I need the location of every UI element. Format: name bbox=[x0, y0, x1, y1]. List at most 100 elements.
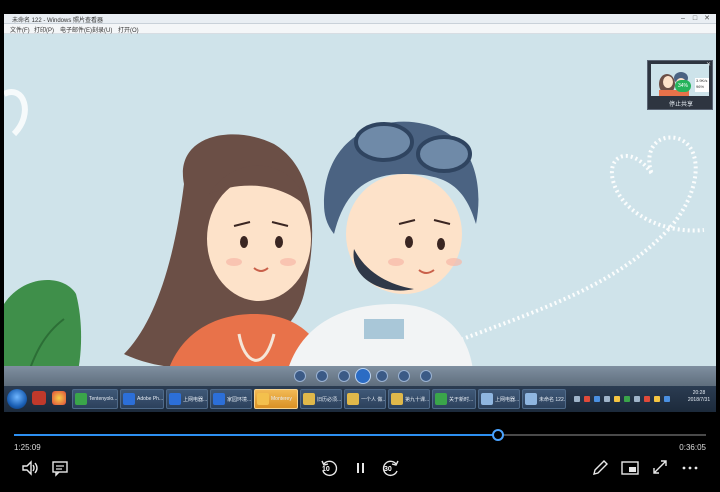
subtitles-button[interactable] bbox=[49, 458, 71, 478]
taskbar-item[interactable]: 一个人 做... bbox=[344, 389, 386, 409]
mini-view-button[interactable] bbox=[619, 458, 641, 478]
zoom-icon[interactable] bbox=[294, 370, 306, 382]
taskbar-item[interactable]: 上网电器... bbox=[166, 389, 208, 409]
slideshow-icon[interactable] bbox=[355, 368, 371, 384]
maximize-icon: □ bbox=[692, 15, 698, 22]
video-frame[interactable]: 未命名 122 - Windows 照片查看器 – □ ✕ 文件(F) 打印(P… bbox=[4, 14, 716, 412]
stop-sharing-label[interactable]: 停止共享 bbox=[648, 99, 714, 108]
percent-badge: 34% bbox=[675, 80, 691, 92]
menu-email: 电子邮件(E) bbox=[60, 28, 92, 34]
taskbar-item[interactable]: Tentenyolo... bbox=[72, 389, 118, 409]
inner-clock[interactable]: 20:28 2018/7/31 bbox=[684, 390, 714, 404]
stat-percent: 96% bbox=[696, 84, 705, 89]
fullscreen-button[interactable] bbox=[649, 458, 671, 478]
taskbar-app-icon bbox=[75, 393, 87, 405]
taskbar-app-icon bbox=[435, 393, 447, 405]
photo-viewer-toolbar bbox=[4, 366, 716, 386]
seek-handle[interactable] bbox=[492, 429, 505, 441]
taskbar-item-label: 未命名 122... bbox=[539, 397, 565, 403]
taskbar-app-icon bbox=[257, 393, 269, 405]
taskbar-item[interactable]: 未命名 122... bbox=[522, 389, 566, 409]
seek-progress bbox=[14, 434, 499, 436]
edit-icon bbox=[593, 460, 608, 475]
network-stats: 3.9K/s 96% bbox=[695, 78, 709, 92]
tray-icon[interactable] bbox=[574, 396, 580, 402]
menu-file: 文件(F) bbox=[10, 28, 30, 34]
share-preview-popup[interactable]: ✕ 34% 3.9K/s 96% 停止共享 bbox=[647, 60, 713, 110]
taskbar-app-icon bbox=[391, 393, 403, 405]
more-button[interactable] bbox=[679, 458, 701, 478]
taskbar-item[interactable]: 上网电器... bbox=[478, 389, 520, 409]
taskbar-app-icon bbox=[303, 393, 315, 405]
inner-window-menubar: 文件(F) 打印(P) 电子邮件(E) 刻录(U) 打开(O) bbox=[4, 24, 716, 34]
taskbar-app-icon bbox=[169, 393, 181, 405]
taskbar-item[interactable]: Adobe Ph... bbox=[120, 389, 164, 409]
taskbar-item-label: 关于新时... bbox=[449, 397, 474, 403]
system-tray bbox=[572, 389, 680, 409]
inner-taskbar: Tentenyolo... Adobe Ph... 上网电器... 家园环境... Mo… bbox=[4, 386, 716, 412]
menu-open: 打开(O) bbox=[118, 28, 139, 34]
menu-burn: 刻录(U) bbox=[92, 28, 113, 34]
tray-icon[interactable] bbox=[584, 396, 590, 402]
taskbar-item-label: 上网电器... bbox=[495, 397, 519, 403]
tray-icon[interactable] bbox=[654, 396, 660, 402]
taskbar-item-label: 旧历必须... bbox=[317, 397, 341, 403]
taskbar-item[interactable]: 关于新时... bbox=[432, 389, 476, 409]
volume-button[interactable] bbox=[19, 458, 41, 478]
taskbar-app-icon bbox=[525, 393, 537, 405]
browser-icon[interactable] bbox=[52, 391, 66, 405]
more-icon bbox=[682, 466, 698, 470]
media-player: 未命名 122 - Windows 照片查看器 – □ ✕ 文件(F) 打印(P… bbox=[0, 0, 720, 492]
taskbar-app-icon bbox=[347, 393, 359, 405]
taskbar-item-label: 第九十课... bbox=[405, 397, 429, 403]
taskbar-item[interactable]: Monterey bbox=[254, 389, 298, 409]
seek-bar[interactable] bbox=[14, 434, 706, 436]
minimize-icon: – bbox=[681, 15, 685, 22]
volume-icon bbox=[22, 460, 38, 476]
taskbar-item[interactable]: 家园环境... bbox=[210, 389, 252, 409]
tray-icon[interactable] bbox=[644, 396, 650, 402]
previous-icon[interactable] bbox=[338, 370, 350, 382]
taskbar-item-label: 上网电器... bbox=[183, 397, 207, 403]
actual-size-icon[interactable] bbox=[316, 370, 328, 382]
taskbar-item[interactable]: 第九十课... bbox=[388, 389, 430, 409]
app-icon[interactable] bbox=[32, 391, 46, 405]
taskbar-item-label: Adobe Ph... bbox=[137, 396, 163, 402]
edit-button[interactable] bbox=[589, 458, 611, 478]
start-icon[interactable] bbox=[7, 389, 27, 409]
preview-image: 34% 3.9K/s 96% bbox=[651, 64, 709, 96]
close-icon: ✕ bbox=[704, 15, 710, 22]
subtitles-icon bbox=[52, 461, 68, 477]
tray-icon[interactable] bbox=[634, 396, 640, 402]
pause-icon bbox=[357, 463, 364, 473]
tray-icon[interactable] bbox=[604, 396, 610, 402]
tray-icon[interactable] bbox=[624, 396, 630, 402]
taskbar-item[interactable]: 旧历必须... bbox=[300, 389, 342, 409]
taskbar-item-label: Monterey bbox=[271, 396, 292, 402]
fullscreen-icon bbox=[653, 460, 667, 474]
taskbar-item-label: 家园环境... bbox=[227, 397, 251, 403]
tray-icon[interactable] bbox=[614, 396, 620, 402]
skip-forward-label: 30 bbox=[384, 466, 392, 473]
menu-print: 打印(P) bbox=[34, 28, 54, 34]
rotate-ccw-icon[interactable] bbox=[398, 370, 410, 382]
taskbar-app-icon bbox=[123, 393, 135, 405]
mini-view-icon bbox=[621, 461, 639, 475]
inner-window-titlebar: 未命名 122 - Windows 照片查看器 – □ ✕ bbox=[4, 14, 716, 24]
clock-date: 2018/7/31 bbox=[687, 397, 711, 403]
skip-back-button[interactable]: 10 bbox=[318, 458, 340, 478]
taskbar-item-label: Tentenyolo... bbox=[89, 396, 117, 402]
inner-window-title: 未命名 122 - Windows 照片查看器 bbox=[12, 18, 104, 24]
taskbar-item-label: 一个人 做... bbox=[361, 397, 385, 403]
tray-icon[interactable] bbox=[664, 396, 670, 402]
tray-icon[interactable] bbox=[594, 396, 600, 402]
skip-back-label: 10 bbox=[322, 466, 330, 473]
clock-time: 20:28 bbox=[692, 390, 706, 396]
illustration-couple bbox=[4, 34, 716, 386]
taskbar-app-icon bbox=[481, 393, 493, 405]
time-remaining: 0:36:05 bbox=[679, 443, 706, 452]
skip-forward-button[interactable]: 30 bbox=[380, 458, 402, 478]
rotate-cw-icon[interactable] bbox=[420, 370, 432, 382]
next-icon[interactable] bbox=[376, 370, 388, 382]
pause-button[interactable] bbox=[349, 458, 371, 478]
